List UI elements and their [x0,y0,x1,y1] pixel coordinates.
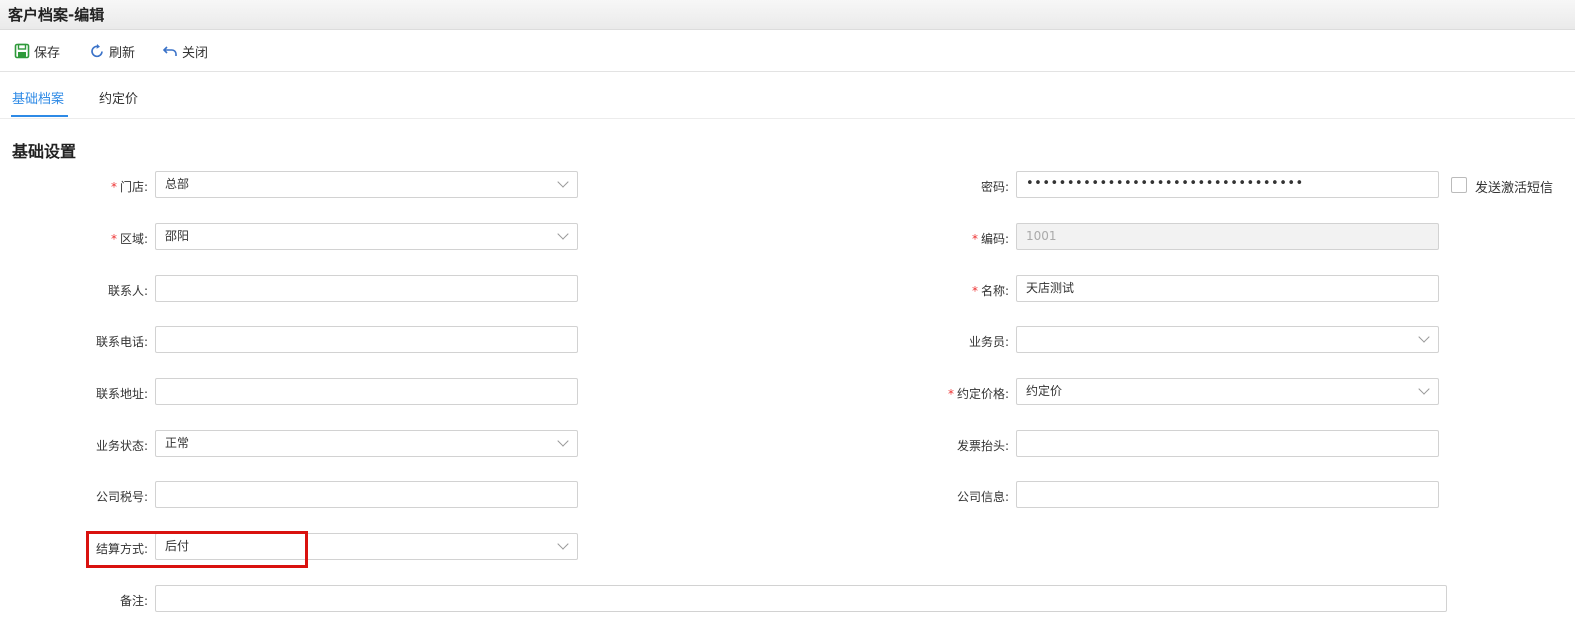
return-arrow-icon [162,46,177,56]
required-mark: * [971,284,978,298]
name-input[interactable]: 天店测试 [1016,275,1439,302]
status-label: 业务状态: [95,439,148,453]
code-label: * 编码: [971,232,1009,246]
chevron-down-icon [1418,331,1430,343]
required-mark: * [110,180,117,194]
phone-label: 联系电话: [95,335,148,349]
status-select[interactable]: 正常 [155,430,578,457]
code-input: 1001 [1016,223,1439,250]
phone-input[interactable] [155,326,578,353]
invoice-label: 发票抬头: [956,439,1009,453]
region-label: * 区域: [110,232,148,246]
company-info-label: 公司信息: [956,490,1009,504]
chevron-down-icon [557,228,569,240]
refresh-icon [91,44,103,58]
remark-label: 备注: [119,594,148,608]
save-icon [14,43,30,59]
chevron-down-icon [557,538,569,550]
tax-no-label: 公司税号: [95,490,148,504]
required-mark: * [971,232,978,246]
tab-bar: 基础档案 约定价 [0,72,1575,119]
required-mark: * [947,387,954,401]
refresh-label: 刷新 [109,45,136,61]
status-value: 正常 [165,436,190,450]
store-value: 总部 [165,177,190,191]
price-value: 约定价 [1026,384,1063,398]
window-title: 客户档案-编辑 [8,6,105,24]
salesman-label: 业务员: [968,335,1009,349]
remark-input[interactable] [155,585,1447,612]
save-button[interactable]: 保存 [14,41,60,61]
section-title: 基础设置 [12,142,77,161]
password-label: 密码: [980,180,1009,194]
invoice-input[interactable] [1016,430,1439,457]
address-input[interactable] [155,378,578,405]
address-label: 联系地址: [95,387,148,401]
chevron-down-icon [1418,383,1430,395]
tab-basic-profile[interactable]: 基础档案 [12,88,64,107]
send-sms-checkbox[interactable] [1451,177,1467,193]
save-label: 保存 [34,45,61,61]
price-select[interactable]: 约定价 [1016,378,1439,405]
region-value: 邵阳 [165,229,190,243]
password-input[interactable]: •••••••••••••••••••••••••••••••••• [1016,171,1439,198]
chevron-down-icon [557,176,569,188]
refresh-button[interactable]: 刷新 [89,41,135,61]
toolbar: 保存 刷新 关闭 [0,30,1575,72]
required-mark: * [110,232,117,246]
password-value: •••••••••••••••••••••••••••••••••• [1026,176,1304,191]
contact-label: 联系人: [107,284,148,298]
name-label: * 名称: [971,284,1009,298]
code-value: 1001 [1026,229,1057,243]
name-value: 天店测试 [1026,281,1075,295]
region-select[interactable]: 邵阳 [155,223,578,250]
company-info-input[interactable] [1016,481,1439,508]
active-tab-indicator [11,115,68,117]
store-select[interactable]: 总部 [155,171,578,198]
chevron-down-icon [557,435,569,447]
close-button[interactable]: 关闭 [162,41,208,61]
price-label: * 约定价格: [947,387,1009,401]
highlight-box [86,531,308,568]
tax-no-input[interactable] [155,481,578,508]
salesman-select[interactable] [1016,326,1439,353]
send-sms-label[interactable]: 发送激活短信 [1475,177,1553,196]
contact-input[interactable] [155,275,578,302]
tab-agreed-price[interactable]: 约定价 [99,88,138,107]
store-label: * 门店: [110,180,148,194]
close-label: 关闭 [182,45,209,61]
window-titlebar: 客户档案-编辑 [0,0,1575,30]
